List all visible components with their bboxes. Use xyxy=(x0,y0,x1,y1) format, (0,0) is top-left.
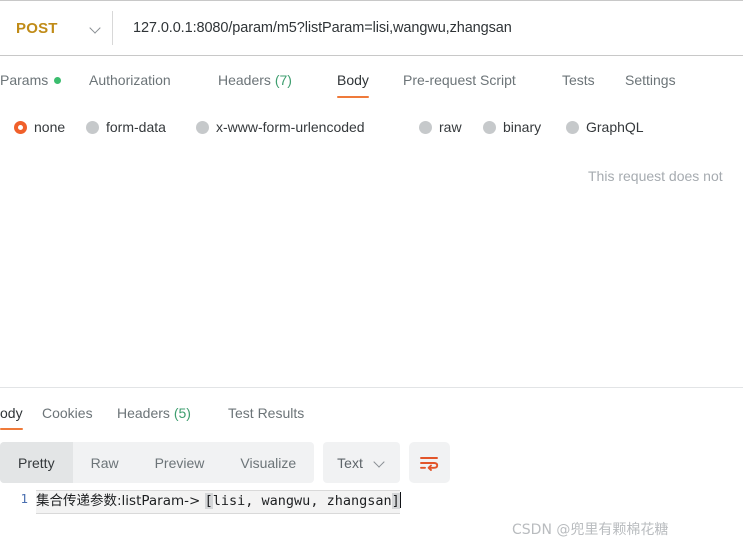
text-caret xyxy=(399,492,402,508)
empty-body-message: This request does not xyxy=(588,168,723,184)
tab-authorization[interactable]: Authorization xyxy=(89,58,171,98)
view-mode-preview-label: Preview xyxy=(154,454,205,471)
url-input[interactable] xyxy=(113,19,743,37)
body-type-none-label: none xyxy=(34,119,66,135)
bracket-open: [ xyxy=(204,493,213,509)
response-tab-body[interactable]: ody xyxy=(0,396,23,430)
view-mode-raw[interactable]: Raw xyxy=(73,442,137,483)
body-type-binary-label: binary xyxy=(503,119,542,135)
tab-tests[interactable]: Tests xyxy=(562,58,595,98)
response-tab-test-results[interactable]: Test Results xyxy=(228,396,304,430)
response-tab-headers[interactable]: Headers (5) xyxy=(117,396,191,430)
chevron-down-icon xyxy=(91,23,102,34)
tab-params-label: Params xyxy=(0,72,49,88)
response-view-toolbar: Pretty Raw Preview Visualize Text xyxy=(0,442,450,483)
response-tab-body-label: ody xyxy=(0,405,23,421)
response-body-line: 集合传递参数:listParam-> [lisi, wangwu, zhangs… xyxy=(36,490,400,514)
view-mode-pretty-label: Pretty xyxy=(18,454,55,471)
tab-tests-label: Tests xyxy=(562,72,595,88)
word-wrap-toggle-button[interactable] xyxy=(408,442,450,483)
tab-params[interactable]: Params xyxy=(0,58,62,98)
csdn-watermark: CSDN @兜里有颗棉花糖 xyxy=(512,522,669,538)
response-tab-headers-label: Headers xyxy=(117,405,170,421)
radio-icon xyxy=(86,120,99,134)
tab-headers-count: (7) xyxy=(274,72,292,88)
tab-headers[interactable]: Headers (7) xyxy=(218,58,292,98)
tab-authorization-label: Authorization xyxy=(89,72,171,88)
radio-icon xyxy=(419,120,432,134)
response-tab-cookies[interactable]: Cookies xyxy=(42,396,93,430)
response-tab-test-results-label: Test Results xyxy=(228,405,305,421)
response-body-prefix: 集合传递参数:listParam-> xyxy=(36,493,205,509)
body-type-graphql-label: GraphQL xyxy=(586,119,644,135)
body-type-binary[interactable]: binary xyxy=(483,119,541,135)
body-type-raw-label: raw xyxy=(439,119,462,135)
body-type-raw[interactable]: raw xyxy=(419,119,462,135)
tab-settings[interactable]: Settings xyxy=(625,58,676,98)
radio-icon xyxy=(14,120,27,134)
radio-icon xyxy=(566,120,579,134)
response-format-selector[interactable]: Text xyxy=(323,442,400,483)
params-modified-dot-icon xyxy=(54,76,62,84)
word-wrap-icon xyxy=(420,456,439,471)
body-type-radio-group: none form-data x-www-form-urlencoded raw… xyxy=(0,112,743,142)
editor-line-number-gutter: 1 xyxy=(0,487,36,544)
response-tab-headers-count: (5) xyxy=(173,405,191,421)
body-type-form-data-label: form-data xyxy=(106,119,166,135)
view-mode-preview[interactable]: Preview xyxy=(137,442,223,483)
chevron-down-icon xyxy=(375,457,386,468)
radio-icon xyxy=(196,120,209,134)
request-tab-bar: Params Authorization Headers (7) Body Pr… xyxy=(0,58,743,98)
http-method-label: POST xyxy=(16,19,58,37)
tab-body[interactable]: Body xyxy=(337,58,369,98)
body-type-urlencoded-label: x-www-form-urlencoded xyxy=(216,119,365,135)
body-type-graphql[interactable]: GraphQL xyxy=(566,119,644,135)
request-url-bar: POST xyxy=(0,0,743,56)
tab-pre-request-script[interactable]: Pre-request Script xyxy=(403,58,516,98)
response-tab-cookies-label: Cookies xyxy=(42,405,93,421)
tab-body-label: Body xyxy=(337,72,369,88)
response-format-label: Text xyxy=(337,454,363,471)
tab-pre-request-script-label: Pre-request Script xyxy=(403,72,516,88)
response-body-content: lisi, wangwu, zhangsan xyxy=(212,493,392,509)
tab-settings-label: Settings xyxy=(625,72,676,88)
response-tab-bar: ody Cookies Headers (5) Test Results xyxy=(0,396,743,430)
view-mode-raw-label: Raw xyxy=(90,454,119,471)
body-type-none[interactable]: none xyxy=(14,119,65,135)
tab-headers-label: Headers xyxy=(218,72,271,88)
body-type-urlencoded[interactable]: x-www-form-urlencoded xyxy=(196,119,365,135)
response-view-mode-group: Pretty Raw Preview Visualize xyxy=(0,442,315,483)
view-mode-visualize[interactable]: Visualize xyxy=(222,442,314,483)
view-mode-pretty[interactable]: Pretty xyxy=(0,442,73,483)
radio-icon xyxy=(483,120,496,134)
body-type-form-data[interactable]: form-data xyxy=(86,119,166,135)
view-mode-visualize-label: Visualize xyxy=(240,454,297,471)
request-response-divider[interactable] xyxy=(0,387,743,388)
bracket-close: ] xyxy=(391,493,400,509)
line-number: 1 xyxy=(20,491,28,506)
http-method-selector[interactable]: POST xyxy=(0,1,112,55)
